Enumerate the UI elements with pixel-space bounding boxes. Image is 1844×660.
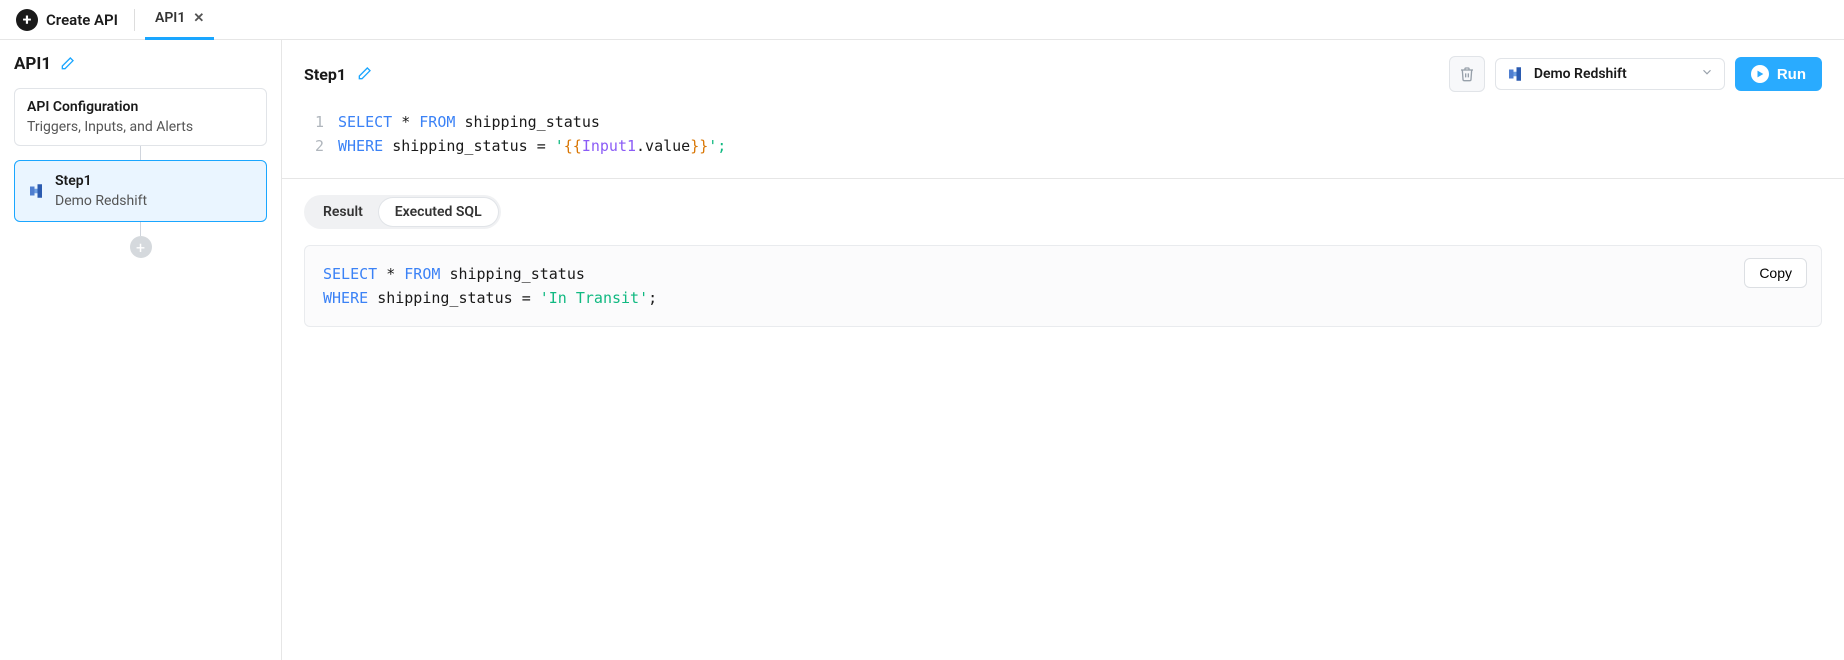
chevron-down-icon <box>1700 65 1714 83</box>
exec-line-2: WHERE shipping_status = 'In Transit'; <box>323 286 1803 310</box>
results-area: Result Executed SQL Copy SELECT * FROM s… <box>282 179 1844 343</box>
add-step-button[interactable]: + <box>130 236 152 258</box>
exec-line-1: SELECT * FROM shipping_status <box>323 262 1803 286</box>
plus-icon: + <box>16 9 38 31</box>
line-number: 2 <box>312 134 338 158</box>
code-line-1: 1 SELECT * FROM shipping_status <box>312 110 1814 134</box>
step-header: Step1 Demo Redshift Run <box>282 40 1844 102</box>
edit-icon[interactable] <box>59 56 75 72</box>
step-card[interactable]: Step1 Demo Redshift <box>14 160 267 222</box>
datasource-label: Demo Redshift <box>1534 66 1627 82</box>
redshift-icon <box>27 182 45 200</box>
run-button[interactable]: Run <box>1735 57 1822 91</box>
executed-sql-block: Copy SELECT * FROM shipping_status WHERE… <box>304 245 1822 327</box>
delete-button[interactable] <box>1449 56 1485 92</box>
create-api-label: Create API <box>46 11 118 29</box>
code-editor[interactable]: 1 SELECT * FROM shipping_status 2 WHERE … <box>282 102 1844 178</box>
api-title-row: API1 <box>14 54 267 74</box>
create-api-button[interactable]: + Create API <box>10 5 124 35</box>
datasource-select[interactable]: Demo Redshift <box>1495 58 1725 90</box>
api-config-card[interactable]: API Configuration Triggers, Inputs, and … <box>14 88 267 146</box>
run-label: Run <box>1777 66 1806 83</box>
api-name: API1 <box>14 54 51 74</box>
copy-button[interactable]: Copy <box>1744 258 1807 288</box>
tab-result[interactable]: Result <box>307 198 379 226</box>
sidebar: API1 API Configuration Triggers, Inputs,… <box>0 40 282 660</box>
redshift-icon <box>1506 65 1524 83</box>
tab-label: API1 <box>155 10 185 26</box>
top-divider <box>134 9 135 31</box>
api-config-title: API Configuration <box>27 99 254 115</box>
code-line-2: 2 WHERE shipping_status = '{{Input1.valu… <box>312 134 1814 158</box>
step-header-title: Step1 <box>304 65 346 84</box>
tab-api1[interactable]: API1 ✕ <box>145 0 214 40</box>
api-config-subtitle: Triggers, Inputs, and Alerts <box>27 119 254 135</box>
main-panel: Step1 Demo Redshift Run <box>282 40 1844 660</box>
connector-line <box>140 146 141 160</box>
step-subtitle: Demo Redshift <box>55 193 147 209</box>
tab-executed-sql[interactable]: Executed SQL <box>379 198 498 226</box>
edit-icon[interactable] <box>356 66 372 82</box>
play-icon <box>1751 65 1769 83</box>
connector-line-2 <box>140 222 141 236</box>
line-number: 1 <box>312 110 338 134</box>
trash-icon <box>1459 66 1475 82</box>
result-tabs: Result Executed SQL <box>304 195 501 229</box>
top-bar: + Create API API1 ✕ <box>0 0 1844 40</box>
step-title: Step1 <box>55 173 147 189</box>
close-icon[interactable]: ✕ <box>193 11 204 26</box>
